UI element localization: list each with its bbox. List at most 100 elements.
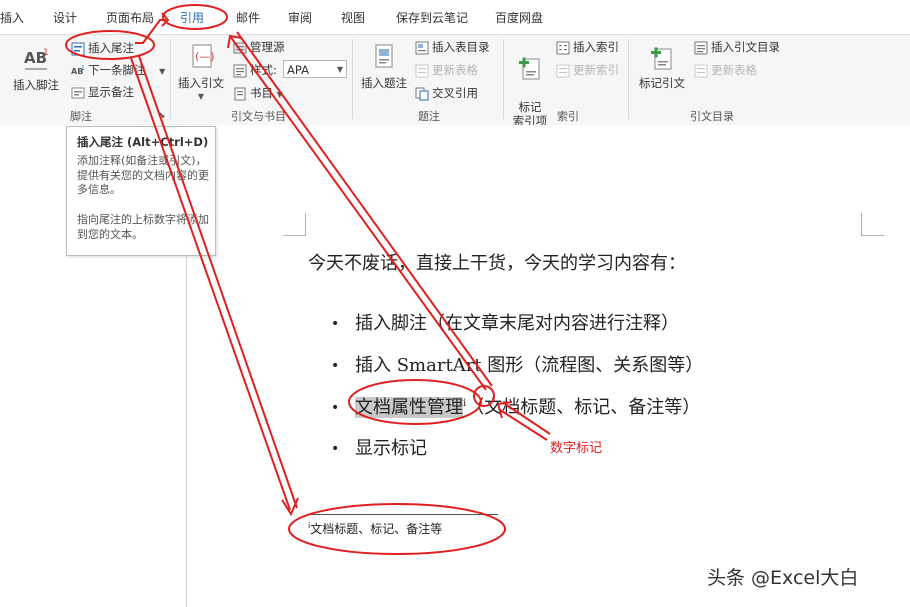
next-footnote-icon: AB 1 — [71, 65, 85, 76]
mark-entry-button[interactable]: 标记 索引项 — [507, 39, 553, 128]
insert-toa-button[interactable]: 插入引文目录 — [694, 39, 780, 55]
toa-group-label: 引文目录 — [690, 110, 734, 123]
next-footnote-label: 下一条脚注 — [88, 63, 146, 77]
update-table-button[interactable]: 更新表格 — [415, 62, 478, 78]
insert-endnote-label: 插入尾注 — [88, 41, 134, 55]
tooltip-note: 指向尾注的上标数字将添加到您的文本。 — [77, 213, 209, 241]
manage-sources-button[interactable]: 管理源 — [233, 39, 285, 55]
caption-group-label: 题注 — [418, 110, 440, 123]
insert-caption-label: 插入题注 — [361, 76, 407, 90]
bullet-dot: • — [331, 358, 340, 374]
ribbon: AB 1 插入脚注 插入尾注 AB 1 下一条脚注 ▼ 显示备注 脚注 ⬊ (—… — [0, 34, 910, 128]
margin-corner-mark — [861, 213, 884, 236]
update-index-button[interactable]: 更新索引 — [556, 62, 619, 78]
insert-caption-button[interactable]: 插入题注 — [356, 43, 412, 90]
insert-citation-button[interactable]: (—) 插入引文 ▼ — [174, 43, 228, 104]
update-table-icon — [415, 64, 429, 77]
bullet-dot: • — [331, 316, 340, 332]
chevron-down-icon: ▼ — [336, 65, 343, 74]
tooltip-title: 插入尾注 (Alt+Ctrl+D) — [77, 135, 209, 149]
update-toa-icon — [694, 64, 708, 77]
show-notes-button[interactable]: 显示备注 — [71, 84, 134, 100]
group-separator — [628, 39, 629, 119]
insert-citation-label: 插入引文 — [178, 76, 224, 90]
bullet-item-footnote: 插入脚注（在文章末尾对内容进行注释） — [355, 313, 679, 334]
tab-references[interactable]: 引用 — [180, 9, 204, 26]
tab-layout[interactable]: 页面布局 — [106, 9, 154, 26]
insert-table-of-figures-label: 插入表目录 — [432, 40, 490, 54]
bullet-dot: • — [331, 441, 340, 457]
group-separator — [352, 39, 353, 119]
bibliography-icon — [234, 87, 246, 100]
footnote-group-label: 脚注 — [70, 110, 92, 123]
highlighted-text: 文档属性管理 — [355, 397, 463, 418]
mark-citation-label: 标记引文 — [639, 76, 685, 90]
tab-save-cloud-notes[interactable]: 保存到云笔记 — [396, 9, 468, 26]
insert-toa-icon — [694, 41, 708, 54]
footnote-ab-icon: AB 1 — [24, 48, 49, 70]
insert-table-of-figures-button[interactable]: 插入表目录 — [415, 39, 490, 55]
manage-sources-icon — [233, 42, 247, 53]
bullet-item-properties-rest: （文档标题、标记、备注等） — [466, 397, 701, 418]
tooltip-description: 添加注释(如备注或引文)，提供有关您的文档内容的更多信息。 — [77, 154, 209, 196]
endnote-content: 文档标题、标记、备注等 — [310, 522, 443, 536]
endnote-tooltip: 插入尾注 (Alt+Ctrl+D) 添加注释(如备注或引文)，提供有关您的文档内… — [66, 126, 216, 256]
insert-index-label: 插入索引 — [573, 40, 619, 54]
svg-text:1: 1 — [43, 48, 49, 58]
mark-entry-icon — [519, 57, 540, 80]
style-selector: 样式: — [233, 62, 277, 78]
tab-design[interactable]: 设计 — [53, 9, 77, 26]
svg-text:(—): (—) — [195, 50, 215, 63]
dialog-launcher-icon[interactable]: ⬊ — [158, 111, 166, 121]
endnote-text: i文档标题、标记、备注等 — [308, 520, 442, 537]
tab-insert[interactable]: 插入 — [0, 9, 24, 26]
endnote-separator — [308, 514, 498, 515]
manage-sources-label: 管理源 — [250, 40, 285, 54]
index-group-label: 索引 — [557, 110, 579, 123]
insert-footnote-label: 插入脚注 — [13, 78, 59, 92]
tab-baidu-pan[interactable]: 百度网盘 — [495, 9, 543, 26]
group-separator — [503, 39, 504, 119]
tab-view[interactable]: 视图 — [341, 9, 365, 26]
update-index-icon — [556, 64, 570, 77]
tab-review[interactable]: 审阅 — [288, 9, 312, 26]
bullet-dot: • — [331, 400, 340, 416]
table-of-figures-icon — [415, 41, 429, 54]
cross-reference-label: 交叉引用 — [432, 86, 478, 100]
insert-index-button[interactable]: 插入索引 — [556, 39, 619, 55]
intro-paragraph: 今天不废话，直接上干货，今天的学习内容有： — [308, 253, 686, 274]
mark-citation-icon — [651, 47, 672, 70]
bullet-item-smartart: 插入 SmartArt 图形（流程图、关系图等） — [355, 355, 704, 376]
mark-citation-button[interactable]: 标记引文 — [632, 43, 692, 90]
insert-caption-icon — [375, 44, 393, 68]
citation-group-label: 引文与书目 — [231, 110, 286, 123]
insert-toa-label: 插入引文目录 — [711, 40, 780, 54]
update-index-label: 更新索引 — [573, 63, 619, 77]
bibliography-button[interactable]: 书目 ▼ — [233, 85, 283, 101]
show-notes-icon — [71, 87, 85, 98]
update-toa-button[interactable]: 更新表格 — [694, 62, 757, 78]
chevron-down-icon[interactable]: ▼ — [277, 90, 283, 99]
insert-index-icon — [556, 41, 570, 54]
endnote-icon — [71, 42, 85, 55]
chevron-down-icon[interactable]: ▼ — [174, 90, 228, 104]
style-label: 样式: — [250, 63, 277, 77]
update-table-label: 更新表格 — [432, 63, 478, 77]
cross-reference-button[interactable]: 交叉引用 — [415, 85, 478, 101]
watermark: 头条 @Excel大白 — [707, 567, 859, 589]
bullet-item-properties: 文档属性管理i（文档标题、标记、备注等） — [355, 393, 700, 419]
chevron-down-icon[interactable]: ▼ — [159, 67, 165, 76]
mark-entry-label: 标记 索引项 — [512, 100, 548, 128]
update-toa-label: 更新表格 — [711, 63, 757, 77]
show-notes-label: 显示备注 — [88, 85, 134, 99]
cross-reference-icon — [415, 87, 429, 100]
style-icon — [233, 64, 247, 77]
tab-mailings[interactable]: 邮件 — [236, 9, 260, 26]
margin-corner-mark — [283, 213, 306, 236]
insert-endnote-button[interactable]: 插入尾注 — [71, 40, 134, 56]
insert-footnote-button[interactable]: AB 1 插入脚注 — [8, 45, 64, 92]
style-dropdown[interactable]: APA ▼ — [283, 60, 347, 78]
bibliography-label: 书目 — [250, 86, 273, 100]
next-footnote-button[interactable]: AB 1 下一条脚注 ▼ — [71, 62, 165, 78]
bullet-item-show-markup: 显示标记 — [355, 438, 427, 459]
